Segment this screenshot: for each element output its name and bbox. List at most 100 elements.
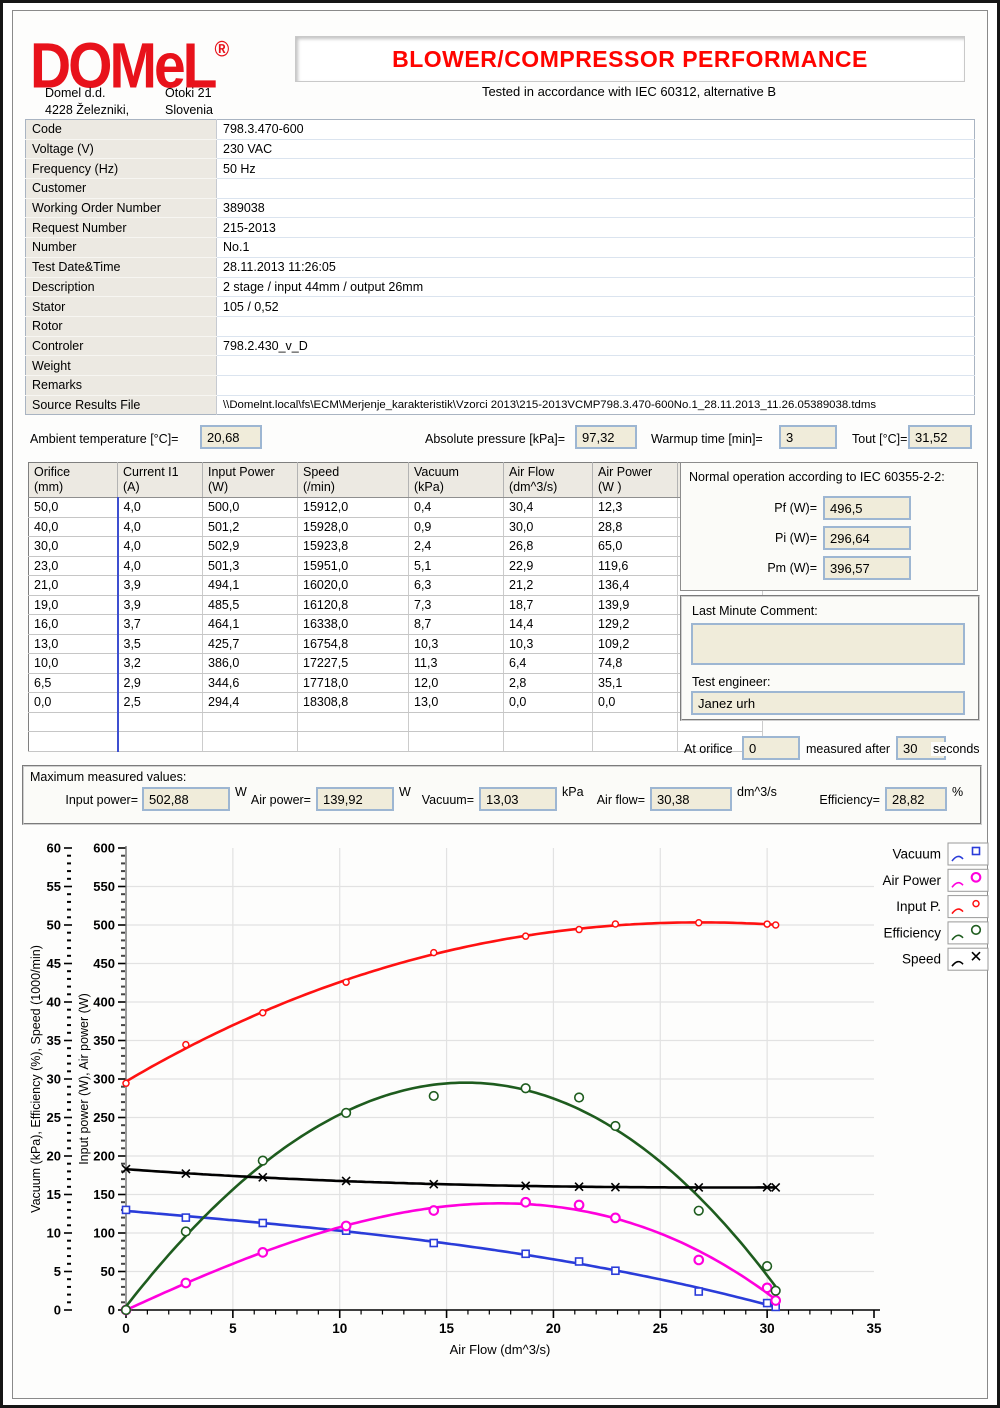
cell[interactable]: 18308,8 bbox=[298, 693, 409, 713]
info-value[interactable] bbox=[217, 356, 975, 376]
info-value[interactable]: No.1 bbox=[217, 238, 975, 258]
cell[interactable]: 129,2 bbox=[593, 615, 678, 635]
cell[interactable]: 109,2 bbox=[593, 634, 678, 654]
cell[interactable]: 464,1 bbox=[203, 615, 298, 635]
cell[interactable]: 26,8 bbox=[504, 537, 593, 557]
cell[interactable]: 2,9 bbox=[118, 673, 203, 693]
cell[interactable]: 386,0 bbox=[203, 654, 298, 674]
cell[interactable]: 2,5 bbox=[118, 693, 203, 713]
cell[interactable]: 19,0 bbox=[29, 595, 118, 615]
cell[interactable]: 0,0 bbox=[29, 693, 118, 713]
cell[interactable]: 0,4 bbox=[409, 498, 504, 518]
nop-field-input[interactable] bbox=[823, 556, 911, 580]
cell[interactable]: 18,7 bbox=[504, 595, 593, 615]
cell[interactable]: 50,0 bbox=[29, 498, 118, 518]
cell[interactable]: 21,2 bbox=[504, 576, 593, 596]
cell[interactable]: 0,0 bbox=[504, 693, 593, 713]
cell[interactable]: 494,1 bbox=[203, 576, 298, 596]
column-header[interactable]: Current I1(A) bbox=[118, 463, 203, 498]
info-value[interactable]: 2 stage / input 44mm / output 26mm bbox=[217, 277, 975, 297]
cell[interactable]: 15928,0 bbox=[298, 517, 409, 537]
cell[interactable]: 139,9 bbox=[593, 595, 678, 615]
comment-textarea[interactable] bbox=[691, 623, 965, 665]
cell[interactable] bbox=[203, 732, 298, 752]
cell[interactable]: 40,0 bbox=[29, 517, 118, 537]
info-value[interactable]: 50 Hz bbox=[217, 159, 975, 179]
cell[interactable]: 35,1 bbox=[593, 673, 678, 693]
cell[interactable]: 21,0 bbox=[29, 576, 118, 596]
cell[interactable]: 344,6 bbox=[203, 673, 298, 693]
cell[interactable]: 119,6 bbox=[593, 556, 678, 576]
info-value[interactable]: 215-2013 bbox=[217, 218, 975, 238]
cell[interactable]: 0,0 bbox=[593, 693, 678, 713]
legend-item-vacuum[interactable]: Vacuum bbox=[892, 843, 988, 865]
tout-input[interactable] bbox=[908, 425, 972, 449]
info-value[interactable]: 798.3.470-600 bbox=[217, 120, 975, 140]
abs-pressure-input[interactable] bbox=[575, 425, 637, 449]
cell[interactable]: 65,0 bbox=[593, 537, 678, 557]
cell[interactable]: 501,3 bbox=[203, 556, 298, 576]
max-value-input[interactable] bbox=[885, 787, 947, 811]
cell[interactable]: 3,5 bbox=[118, 634, 203, 654]
cell[interactable]: 8,7 bbox=[409, 615, 504, 635]
info-value[interactable]: 389038 bbox=[217, 198, 975, 218]
legend-item-speed[interactable]: Speed bbox=[902, 948, 988, 970]
cell[interactable]: 17227,5 bbox=[298, 654, 409, 674]
cell[interactable] bbox=[504, 732, 593, 752]
info-value[interactable] bbox=[217, 375, 975, 395]
cell[interactable]: 16338,0 bbox=[298, 615, 409, 635]
legend-item-air-power[interactable]: Air Power bbox=[882, 869, 988, 891]
cell[interactable] bbox=[29, 712, 118, 732]
nop-field-input[interactable] bbox=[823, 526, 911, 550]
column-header[interactable]: Vacuum(kPa) bbox=[409, 463, 504, 498]
cell[interactable] bbox=[409, 712, 504, 732]
cell[interactable]: 28,8 bbox=[593, 517, 678, 537]
cell[interactable] bbox=[593, 712, 678, 732]
cell[interactable] bbox=[298, 732, 409, 752]
cell[interactable] bbox=[203, 712, 298, 732]
cell[interactable]: 500,0 bbox=[203, 498, 298, 518]
cell[interactable]: 6,3 bbox=[409, 576, 504, 596]
cell[interactable]: 10,3 bbox=[409, 634, 504, 654]
info-value[interactable]: 105 / 0,52 bbox=[217, 297, 975, 317]
cell[interactable]: 5,1 bbox=[409, 556, 504, 576]
orifice-input[interactable] bbox=[742, 736, 800, 760]
cell[interactable]: 3,2 bbox=[118, 654, 203, 674]
cell[interactable]: 11,3 bbox=[409, 654, 504, 674]
column-header[interactable]: Orifice(mm) bbox=[29, 463, 118, 498]
cell[interactable]: 4,0 bbox=[118, 537, 203, 557]
ambient-temp-input[interactable] bbox=[200, 425, 262, 449]
cell[interactable]: 16020,0 bbox=[298, 576, 409, 596]
cell[interactable]: 13,0 bbox=[409, 693, 504, 713]
cell[interactable]: 3,7 bbox=[118, 615, 203, 635]
cell[interactable] bbox=[593, 732, 678, 752]
cell[interactable]: 7,3 bbox=[409, 595, 504, 615]
legend-item-efficiency[interactable]: Efficiency bbox=[883, 922, 988, 944]
cell[interactable]: 294,4 bbox=[203, 693, 298, 713]
cell[interactable] bbox=[118, 712, 203, 732]
info-value[interactable]: 798.2.430_v_D bbox=[217, 336, 975, 356]
column-header[interactable]: Input Power(W) bbox=[203, 463, 298, 498]
column-header[interactable]: Air Power(W ) bbox=[593, 463, 678, 498]
cell[interactable]: 13,0 bbox=[29, 634, 118, 654]
info-value[interactable]: 230 VAC bbox=[217, 139, 975, 159]
cell[interactable]: 10,3 bbox=[504, 634, 593, 654]
cell[interactable]: 14,4 bbox=[504, 615, 593, 635]
test-engineer-input[interactable] bbox=[691, 691, 965, 715]
cell[interactable]: 16,0 bbox=[29, 615, 118, 635]
info-value[interactable] bbox=[217, 316, 975, 336]
warmup-time-input[interactable] bbox=[779, 425, 837, 449]
cell[interactable]: 2,8 bbox=[504, 673, 593, 693]
cell[interactable]: 485,5 bbox=[203, 595, 298, 615]
cell[interactable]: 30,4 bbox=[504, 498, 593, 518]
cell[interactable]: 74,8 bbox=[593, 654, 678, 674]
cell[interactable]: 4,0 bbox=[118, 498, 203, 518]
cell[interactable]: 22,9 bbox=[504, 556, 593, 576]
max-value-input[interactable] bbox=[650, 787, 732, 811]
cell[interactable]: 501,2 bbox=[203, 517, 298, 537]
legend-item-input-p-[interactable]: Input P. bbox=[896, 896, 988, 918]
info-value[interactable]: \\Domelnt.local\fs\ECM\Merjenje_karakter… bbox=[217, 395, 975, 415]
cell[interactable]: 2,4 bbox=[409, 537, 504, 557]
cell[interactable]: 4,0 bbox=[118, 517, 203, 537]
cell[interactable] bbox=[409, 732, 504, 752]
